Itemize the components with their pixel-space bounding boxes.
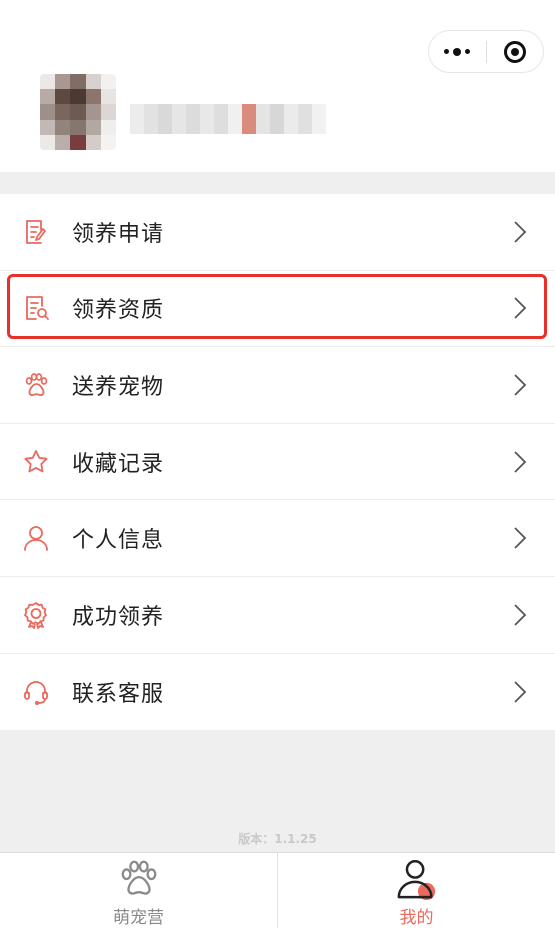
menu-item-label: 成功领养 — [72, 604, 165, 630]
chevron-right-icon — [514, 527, 527, 549]
tab-mine[interactable]: 我的 — [277, 853, 555, 928]
chevron-right-icon — [514, 374, 527, 396]
close-button[interactable] — [486, 31, 543, 72]
menu-item-contact-support[interactable]: 联系客服 — [0, 654, 555, 731]
menu-item-favorites[interactable]: 收藏记录 — [0, 424, 555, 501]
person-icon — [24, 526, 48, 552]
user-tab-icon — [397, 860, 435, 901]
tab-bar: 萌宠营 我的 — [0, 852, 555, 928]
chevron-right-icon — [514, 450, 527, 473]
more-button[interactable] — [429, 31, 486, 72]
headset-icon — [24, 680, 48, 705]
menu-item-label: 领养申请 — [72, 221, 165, 247]
menu-item-label: 联系客服 — [72, 681, 165, 707]
menu-item-personal-info[interactable]: 个人信息 — [0, 500, 555, 577]
version-text: 版本：1.1.25 — [238, 832, 317, 846]
badge-icon — [24, 601, 47, 629]
more-dots-icon — [444, 47, 471, 56]
chevron-right-icon — [514, 297, 527, 320]
menu-list: 领养申请 领养资质 送养宠物 收藏记录 个人信息 成功领养 联系客服 — [0, 194, 555, 731]
avatar[interactable] — [40, 74, 116, 150]
menu-item-rehome-pet[interactable]: 送养宠物 — [0, 347, 555, 424]
apply-form-icon — [26, 219, 46, 244]
profile-header — [0, 0, 555, 172]
star-icon — [24, 449, 48, 472]
tab-label: 萌宠营 — [113, 908, 164, 928]
menu-item-successful-adoption[interactable]: 成功领养 — [0, 577, 555, 654]
qualification-doc-icon — [26, 296, 49, 321]
menu-item-label: 领养资质 — [72, 298, 165, 324]
chevron-right-icon — [514, 604, 527, 626]
mini-program-capsule — [428, 30, 544, 73]
menu-item-label: 个人信息 — [72, 528, 165, 554]
tab-home[interactable]: 萌宠营 — [0, 853, 277, 928]
chevron-right-icon — [514, 681, 527, 703]
chevron-right-icon — [514, 221, 527, 243]
paw-icon — [25, 373, 48, 397]
menu-item-adoption-apply[interactable]: 领养申请 — [0, 194, 555, 271]
menu-item-label: 送养宠物 — [72, 374, 165, 400]
user-name-blurred — [130, 104, 326, 134]
menu-item-label: 收藏记录 — [72, 451, 165, 477]
target-icon — [503, 40, 526, 63]
paw-tab-icon — [121, 860, 156, 895]
menu-item-adoption-qualification[interactable]: 领养资质 — [0, 271, 555, 348]
tab-label: 我的 — [399, 908, 434, 928]
